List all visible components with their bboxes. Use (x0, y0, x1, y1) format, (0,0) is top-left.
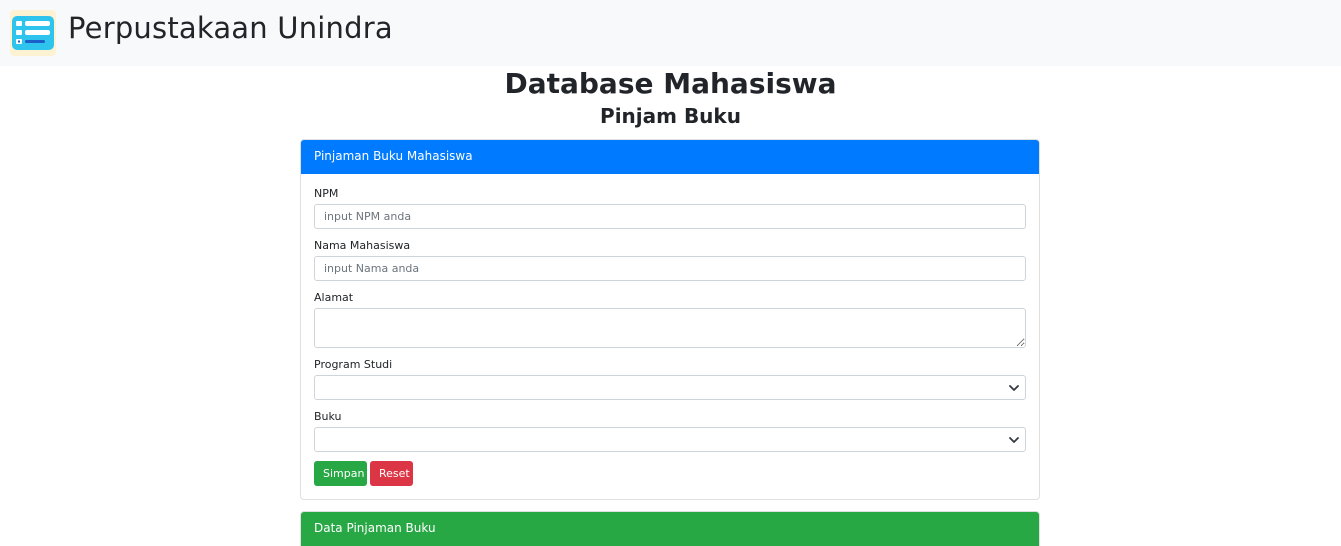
brand-title[interactable]: Perpustakaan Unindra (68, 10, 393, 46)
loan-data-card: Data Pinjaman Buku (300, 511, 1040, 546)
loan-data-header: Data Pinjaman Buku (301, 512, 1039, 546)
npm-label: NPM (314, 187, 339, 200)
npm-input[interactable] (314, 204, 1026, 229)
prodi-field-group: Program Studi (314, 358, 1026, 400)
prodi-select-wrapper (314, 375, 1026, 400)
page-subtitle: Pinjam Buku (600, 104, 741, 128)
buku-select[interactable] (314, 427, 1026, 452)
nama-field-group: Nama Mahasiswa (314, 239, 1026, 281)
buku-field-group: Buku (314, 410, 1026, 452)
list-card-icon[interactable] (8, 8, 58, 58)
npm-field-group: NPM (314, 187, 1026, 229)
nama-label: Nama Mahasiswa (314, 239, 411, 252)
navbar: Perpustakaan Unindra (0, 0, 1341, 66)
save-button[interactable]: Simpan (314, 461, 367, 486)
chevron-down-icon (1009, 437, 1019, 443)
chevron-down-icon (1009, 385, 1019, 391)
page-title: Database Mahasiswa (504, 67, 837, 100)
prodi-select[interactable] (314, 375, 1026, 400)
prodi-label: Program Studi (314, 358, 393, 371)
nama-input[interactable] (314, 256, 1026, 281)
alamat-label: Alamat (314, 291, 354, 304)
reset-button[interactable]: Reset (370, 461, 413, 486)
buku-label: Buku (314, 410, 342, 423)
alamat-textarea[interactable] (314, 308, 1026, 348)
loan-form-card: Pinjaman Buku Mahasiswa NPM Nama Mahasis… (300, 139, 1040, 500)
loan-form-header: Pinjaman Buku Mahasiswa (301, 140, 1039, 174)
alamat-field-group: Alamat (314, 291, 1026, 348)
buku-select-wrapper (314, 427, 1026, 452)
